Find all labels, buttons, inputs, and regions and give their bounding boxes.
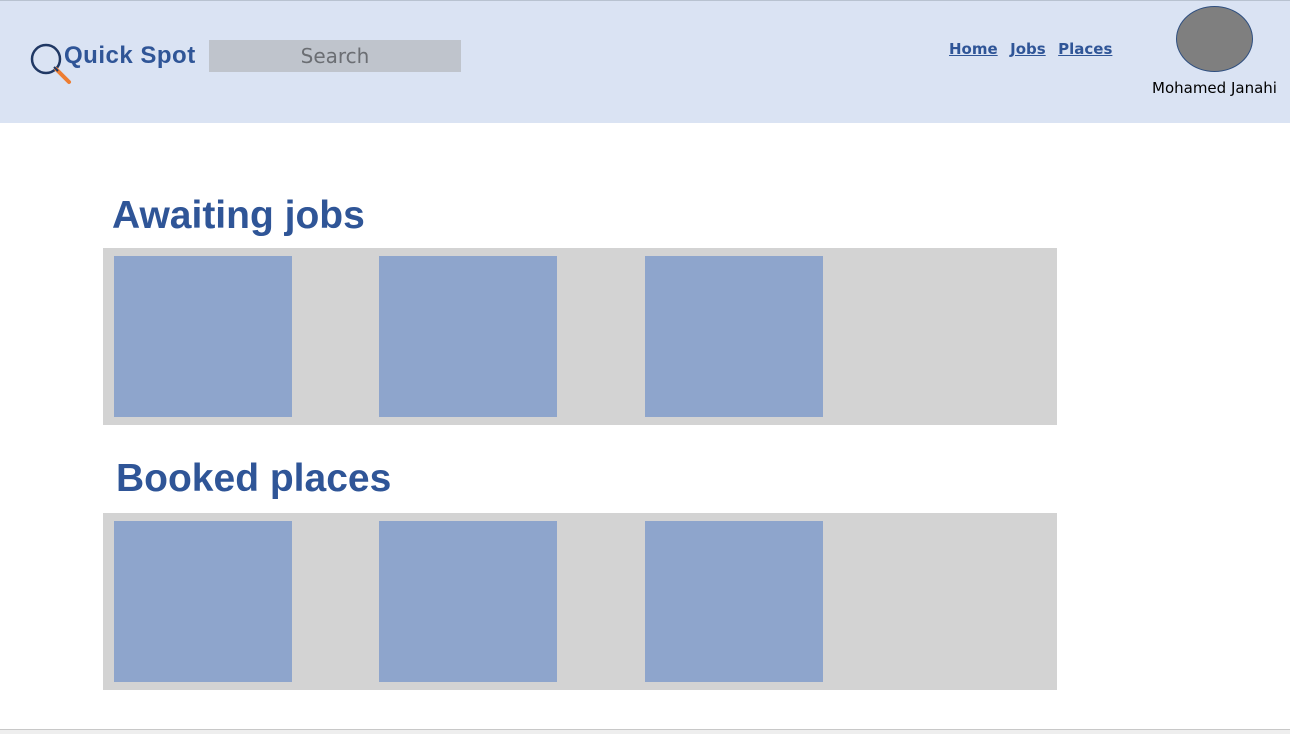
user-name: Mohamed Janahi [1152,79,1277,97]
job-card[interactable] [114,256,292,417]
section-title-awaiting-jobs: Awaiting jobs [112,194,365,237]
footer-divider [0,729,1290,734]
brand-name: Quick Spot [64,42,196,69]
awaiting-jobs-panel [103,248,1057,425]
section-title-booked-places: Booked places [116,457,392,500]
nav-jobs-link[interactable]: Jobs [1010,40,1046,58]
nav-home-link[interactable]: Home [949,40,998,58]
job-card[interactable] [645,256,823,417]
place-card[interactable] [645,521,823,682]
booked-places-panel [103,513,1057,690]
place-card[interactable] [114,521,292,682]
avatar[interactable] [1176,6,1253,72]
top-header: Quick Spot Home Jobs Places Mohamed Jana… [0,0,1290,123]
job-card[interactable] [379,256,557,417]
search-input[interactable] [209,40,461,72]
main-nav: Home Jobs Places [949,40,1120,59]
place-card[interactable] [379,521,557,682]
nav-places-link[interactable]: Places [1058,40,1112,58]
